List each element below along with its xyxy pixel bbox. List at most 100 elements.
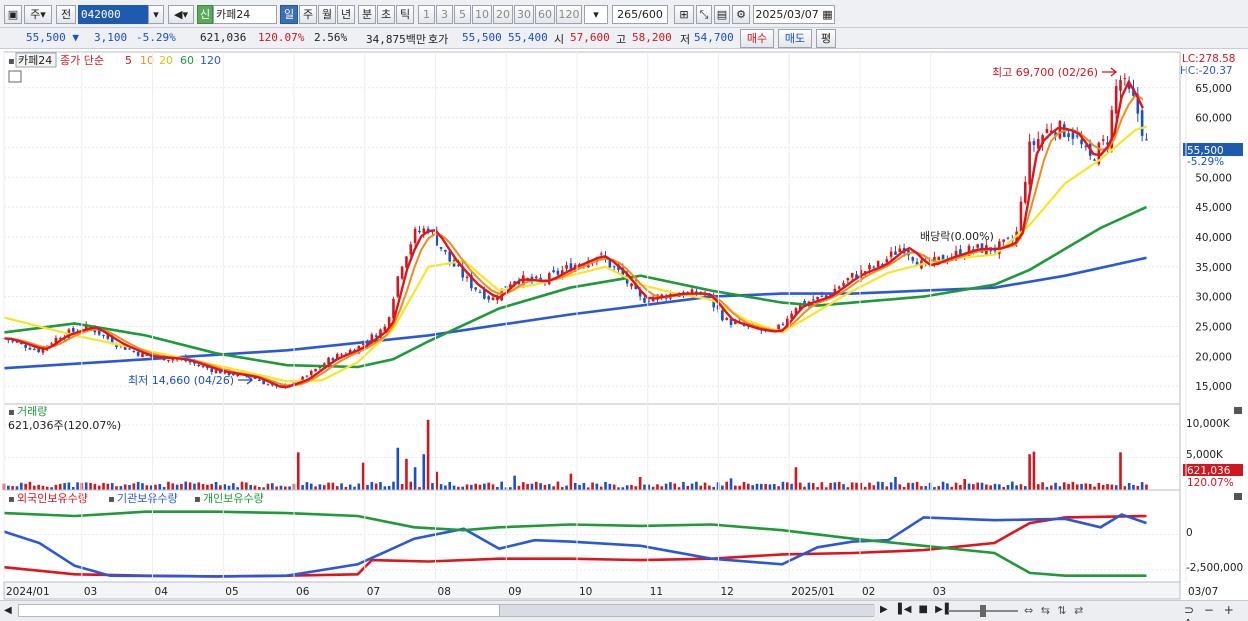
candle-body — [889, 251, 893, 257]
grid-toggle-icon[interactable] — [8, 70, 22, 83]
volume-bar — [1119, 452, 1122, 490]
candle-body — [777, 324, 780, 330]
holdings-close-icon[interactable] — [1234, 493, 1242, 500]
volume-bar — [500, 481, 503, 490]
playback-controls-icon[interactable]: ▐◀ ■ ▶▌ — [894, 604, 955, 615]
buy-button[interactable]: 매수 — [740, 29, 774, 48]
interval-custom-select[interactable]: ▾ — [584, 5, 608, 24]
calendar-icon[interactable]: ▦ — [819, 8, 832, 21]
legend-ma20[interactable]: 20 — [159, 54, 173, 67]
stock-chart[interactable]: 65,00060,00055,00050,00045,00040,00035,0… — [0, 50, 1248, 600]
candle-type-icon[interactable]: ⊞ — [674, 5, 694, 24]
legend-institution[interactable]: 기관보유수량 — [117, 492, 178, 505]
volume-bar — [478, 484, 482, 490]
volume-bar — [833, 482, 837, 490]
volume-bar — [197, 482, 201, 490]
interval-3-button[interactable]: 3 — [436, 5, 453, 24]
volume-bar — [868, 482, 871, 490]
volume-bar — [374, 483, 378, 490]
interval-120-button[interactable]: 120 — [556, 5, 582, 24]
zoom-slider-thumb[interactable] — [980, 605, 986, 617]
save-icon[interactable]: ▤ — [714, 5, 730, 24]
volume-bar — [383, 486, 387, 490]
average-button[interactable]: 평 — [816, 29, 836, 48]
candle-body — [1071, 132, 1075, 139]
scroll-right-icon[interactable]: ▶ — [880, 604, 888, 615]
count-field[interactable]: 265/600 — [612, 5, 668, 24]
candle-body — [201, 365, 205, 367]
settings-gear-icon[interactable]: ⚙ — [732, 5, 750, 24]
scroll-thumb[interactable] — [499, 605, 875, 616]
volume-bar — [807, 482, 811, 490]
scroll-left-icon[interactable]: ◀ — [4, 605, 12, 616]
sell-button[interactable]: 매도 — [778, 29, 812, 48]
period-year-tab[interactable]: 년 — [337, 5, 355, 24]
interval-1-button[interactable]: 1 — [418, 5, 435, 24]
candle-body — [258, 379, 261, 382]
price-pane[interactable] — [3, 51, 1181, 405]
volume-bar — [206, 484, 209, 490]
code-dropdown-icon[interactable]: ▾ — [148, 5, 164, 24]
legend-ma5[interactable]: 5 — [125, 54, 132, 67]
stock-name-field[interactable]: 카페24 — [213, 5, 277, 24]
period-tick-tab[interactable]: 틱 — [396, 5, 414, 24]
volume-bar — [296, 452, 300, 490]
date-field[interactable]: 2025/03/07 ▦ — [753, 5, 835, 24]
period-minute-tab[interactable]: 분 — [358, 5, 376, 24]
period-month-tab[interactable]: 월 — [318, 5, 336, 24]
draw-tools-icon[interactable]: ⇔ ⇆ ⇅ ⇄ — [1024, 604, 1085, 617]
price-tick-label: 65,000 — [1195, 83, 1232, 95]
scroll-track[interactable] — [18, 604, 875, 617]
period-week-tab[interactable]: 주 — [299, 5, 317, 24]
volume-bar — [920, 486, 923, 490]
chart-scrollbar[interactable]: ◀ ▶ ▐◀ ■ ▶▌ ⇔ ⇆ ⇅ ⇄ ⊃ − + A — [0, 600, 1248, 621]
low-label: 저 — [680, 33, 691, 46]
volume-bar — [1093, 486, 1096, 490]
volume-bar — [1036, 484, 1040, 490]
volume-pane[interactable] — [3, 403, 1181, 491]
interval-30-button[interactable]: 30 — [514, 5, 534, 24]
period-day-tab[interactable]: 일 — [280, 5, 298, 24]
prev-button[interactable]: 전 — [56, 5, 76, 24]
zoom-buttons-icon[interactable]: ⊃ − + A — [1184, 603, 1248, 621]
market-select[interactable]: 주▾ — [24, 5, 52, 24]
x-tick-label: 10 — [579, 586, 592, 598]
volume-close-icon[interactable] — [1234, 407, 1242, 414]
volume-bar — [1127, 482, 1131, 490]
candle-body — [643, 297, 646, 303]
candle-body — [846, 278, 850, 281]
new-badge[interactable]: 신 — [197, 5, 213, 24]
volume-bar — [764, 484, 767, 490]
legend-ma10[interactable]: 10 — [140, 54, 154, 67]
code-input[interactable]: 042000 — [78, 5, 148, 24]
low-price: 54,700 — [694, 31, 734, 44]
window-menu-icon[interactable]: ▣ — [4, 5, 22, 24]
candle-body — [141, 353, 144, 358]
interval-5-button[interactable]: 5 — [454, 5, 471, 24]
legend-individual[interactable]: 개인보유수량 — [203, 492, 264, 505]
volume-bar — [448, 481, 452, 490]
holdings-pane[interactable] — [3, 489, 1181, 583]
high-label: 고 — [616, 33, 627, 46]
volume-bar — [149, 485, 153, 490]
volume-bar — [915, 481, 919, 490]
volume-bar — [742, 481, 746, 490]
volume-ratio: 120.07% — [258, 31, 305, 44]
legend-foreign[interactable]: 외국인보유수량 — [17, 492, 88, 505]
volume-bar — [721, 485, 724, 490]
legend-ma120[interactable]: 120 — [200, 54, 221, 67]
candle-body — [214, 370, 218, 374]
draw-tool-icon[interactable]: ⤡ — [696, 5, 712, 24]
volume-bar — [219, 485, 222, 490]
current-price: 55,500 ▼ — [26, 31, 79, 44]
interval-10-button[interactable]: 10 — [472, 5, 492, 24]
interval-60-button[interactable]: 60 — [535, 5, 555, 24]
legend-ma60[interactable]: 60 — [180, 54, 194, 67]
x-tick-label: 12 — [720, 586, 733, 598]
interval-20-button[interactable]: 20 — [493, 5, 513, 24]
speaker-icon[interactable]: ◀▾ — [168, 5, 194, 24]
volume-bar — [573, 482, 577, 490]
volume-bar — [452, 485, 456, 490]
period-second-tab[interactable]: 초 — [377, 5, 395, 24]
main-toolbar: ▣ 주▾ 전 042000 ▾ ◀▾ 신 카페24 일 주 월 년 분 초 틱 … — [0, 0, 1248, 28]
